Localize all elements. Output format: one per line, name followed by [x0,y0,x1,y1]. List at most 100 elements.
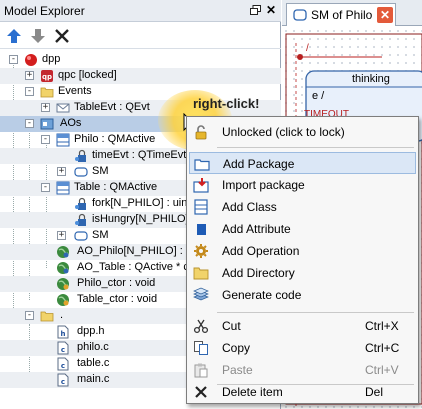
attribute-icon [75,149,86,162]
operation-icon [57,278,69,290]
tree-item-label: table.c [77,357,110,369]
add-class-icon [194,199,208,215]
delete-x-icon[interactable] [53,27,71,45]
close-tab-icon[interactable]: ✕ [377,7,393,23]
event-class-icon [56,103,70,113]
tree-item-dpp[interactable]: - dpp [0,52,281,68]
import-package-icon [193,178,209,193]
menu-label: Unlocked (click to lock) [222,125,345,139]
collapse-toggle[interactable]: - [25,119,34,128]
menu-label: Copy [222,341,251,355]
tree-item-label: main.c [77,373,110,385]
explorer-toolbar [0,23,281,49]
context-menu: Unlocked (click to lock) Add Package Imp… [186,116,419,404]
tree-item-label: isHungry[N_PHILO] [92,213,189,225]
scissors-icon [193,319,209,334]
menu-item-add-class[interactable]: Add Class [189,196,416,218]
menu-item-copy[interactable]: Copy Ctrl+C [189,337,416,359]
panel-title: Model Explorer [4,4,85,18]
state-machine-icon [74,231,88,241]
tree-item-label: dpp [42,53,61,65]
state-machine-icon [74,167,88,177]
package-blue-icon [40,118,54,130]
svg-text:h: h [61,330,66,338]
menu-label: Add Attribute [222,222,291,236]
menu-item-unlocked[interactable]: Unlocked (click to lock) [189,121,416,143]
qpc-package-icon: qp [41,70,53,82]
tree-item-label: Table_ctor : void [77,293,158,305]
class-icon [56,133,70,147]
generate-code-icon [193,287,209,301]
tree-item-label: SM [92,229,109,241]
entry-action-label: e / [312,90,325,102]
menu-label: Paste [222,363,253,377]
svg-text:c: c [61,378,65,386]
collapse-toggle[interactable]: - [9,55,18,64]
tree-item-label: qpc [locked] [58,69,117,81]
menu-separator [217,312,414,313]
tree-item-label: Philo : QMActive [74,133,156,145]
menu-shortcut: Del [365,385,384,399]
collapse-toggle[interactable]: - [25,311,34,320]
state-machine-icon [293,9,307,21]
menu-label: Add Class [222,200,277,214]
global-attribute-icon [57,262,69,274]
expand-toggle[interactable]: + [41,103,50,112]
copy-icon [194,341,208,355]
tree-item-label: dpp.h [77,325,105,337]
expand-toggle[interactable]: + [57,167,66,176]
tree-item-label: Table : QMActive [74,181,158,193]
move-down-arrow-icon[interactable] [29,27,47,45]
move-up-arrow-icon[interactable] [5,27,23,45]
state-name-thinking[interactable]: thinking [352,73,390,85]
tree-item-qpc[interactable]: + qp qpc [locked] [0,68,281,84]
menu-item-import-package[interactable]: Import package [189,174,416,196]
svg-text:qp: qp [42,73,52,81]
directory-icon [40,311,54,322]
add-package-icon [194,159,210,171]
tree-item-label: Events [58,85,92,97]
menu-item-paste[interactable]: Paste Ctrl+V [189,359,416,381]
tree-item-label: . [60,309,64,321]
menu-label: Delete item [222,385,283,399]
tree-item-label: timeEvt : QTimeEvt [92,149,187,161]
collapse-toggle[interactable]: - [25,87,34,96]
c-file-icon: c [57,357,69,371]
close-panel-icon[interactable]: ✕ [266,3,276,17]
expand-toggle[interactable]: + [25,71,34,80]
tab-sm-of-philo[interactable]: SM of Philo ✕ [286,3,396,26]
menu-label: Import package [222,178,305,192]
menu-item-delete[interactable]: Delete item Del [189,381,416,403]
tab-label: SM of Philo [311,8,373,22]
tree-item-label: AO_Table : QActive * c [77,261,189,273]
menu-item-add-directory[interactable]: Add Directory [189,262,416,284]
menu-label: Cut [222,319,241,333]
menu-label: Generate code [222,288,302,302]
menu-label: Add Operation [222,244,300,258]
expand-toggle[interactable]: + [57,231,66,240]
collapse-toggle[interactable]: - [41,135,50,144]
svg-text:c: c [61,346,65,354]
menu-shortcut: Ctrl+C [365,341,400,355]
attribute-icon [75,213,86,226]
menu-item-add-attribute[interactable]: Add Attribute [189,218,416,240]
menu-shortcut: Ctrl+X [365,319,399,333]
operation-icon [57,294,69,306]
menu-item-add-operation[interactable]: Add Operation [189,240,416,262]
add-attribute-icon [197,224,206,235]
tree-item-label: TableEvt : QEvt [74,101,150,113]
class-icon [56,181,70,195]
tree-item-label: fork[N_PHILO] : uint [92,197,191,209]
menu-item-generate-code[interactable]: Generate code [189,284,416,306]
float-panel-icon[interactable] [250,5,261,15]
menu-item-cut[interactable]: Cut Ctrl+X [189,315,416,337]
package-red-icon [25,54,37,66]
paste-icon [194,363,208,378]
collapse-toggle[interactable]: - [41,183,50,192]
tree-item-label: philo.c [77,341,109,353]
tree-item-label: SM [92,165,109,177]
delete-x-icon [195,386,207,398]
document-tab-bar: SM of Philo ✕ [282,0,422,26]
menu-item-add-package[interactable]: Add Package [189,152,416,174]
svg-text:/: / [306,43,309,54]
